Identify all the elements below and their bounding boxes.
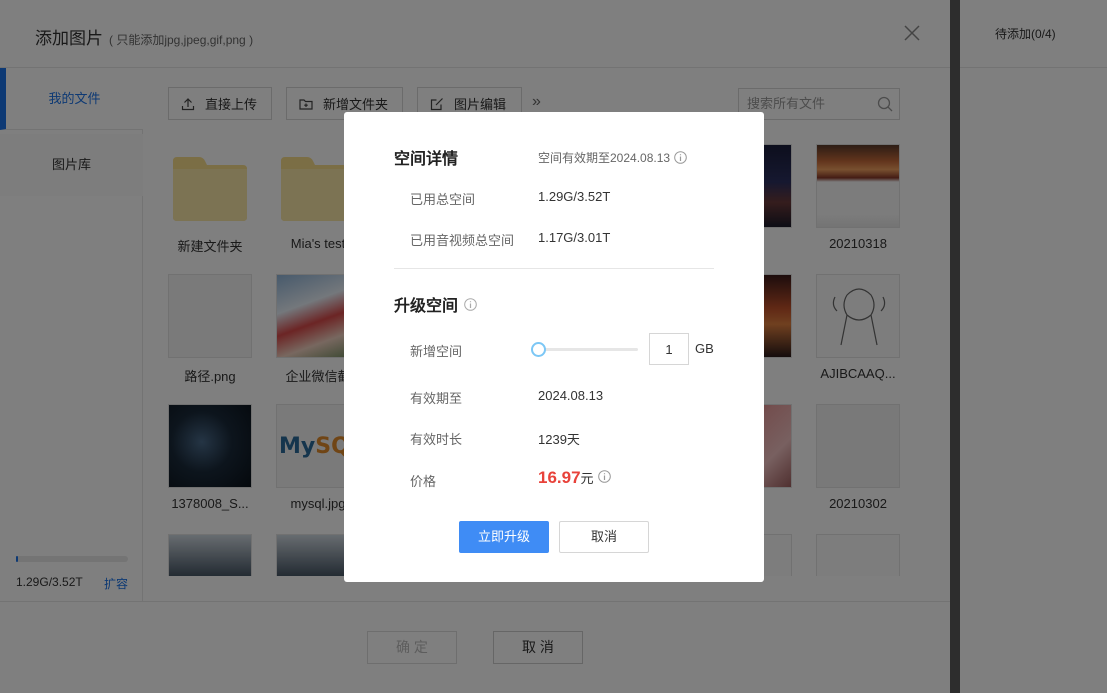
duration-label: 有效时长 bbox=[410, 432, 463, 447]
upgrade-space-title: 升级空间 bbox=[394, 292, 477, 316]
validity-note-text: 空间有效期至2024.08.13 bbox=[538, 151, 671, 165]
space-upgrade-modal: 空间详情 空间有效期至2024.08.13 已用总空间 1.29G/3.52T … bbox=[344, 112, 764, 582]
validity-note: 空间有效期至2024.08.13 bbox=[538, 149, 687, 166]
price-display: 16.97 元 bbox=[538, 468, 611, 488]
valid-until-label: 有效期至 bbox=[410, 391, 463, 406]
space-details-title: 空间详情 bbox=[394, 151, 459, 168]
used-total-label: 已用总空间 bbox=[410, 192, 476, 207]
section-divider bbox=[394, 268, 714, 269]
upgrade-space-title-text: 升级空间 bbox=[394, 298, 459, 315]
price-label: 价格 bbox=[410, 474, 437, 489]
add-space-label: 新增空间 bbox=[410, 344, 463, 359]
info-icon[interactable] bbox=[597, 470, 611, 483]
valid-until-value: 2024.08.13 bbox=[538, 388, 604, 403]
space-slider-track[interactable] bbox=[538, 348, 638, 351]
price-value: 16.97 bbox=[538, 468, 581, 487]
space-slider-handle[interactable] bbox=[531, 342, 546, 357]
info-icon[interactable] bbox=[674, 151, 687, 164]
used-total-value: 1.29G/3.52T bbox=[538, 189, 611, 204]
modal-cancel-button[interactable]: 取消 bbox=[559, 521, 649, 553]
price-unit: 元 bbox=[580, 471, 594, 486]
duration-value: 1239天 bbox=[538, 432, 580, 447]
upgrade-now-button[interactable]: 立即升级 bbox=[459, 521, 549, 553]
info-icon[interactable] bbox=[464, 297, 477, 311]
used-av-label: 已用音视频总空间 bbox=[410, 233, 515, 248]
add-space-input[interactable] bbox=[649, 333, 689, 365]
add-space-unit: GB bbox=[695, 341, 714, 356]
used-av-value: 1.17G/3.01T bbox=[538, 230, 611, 245]
